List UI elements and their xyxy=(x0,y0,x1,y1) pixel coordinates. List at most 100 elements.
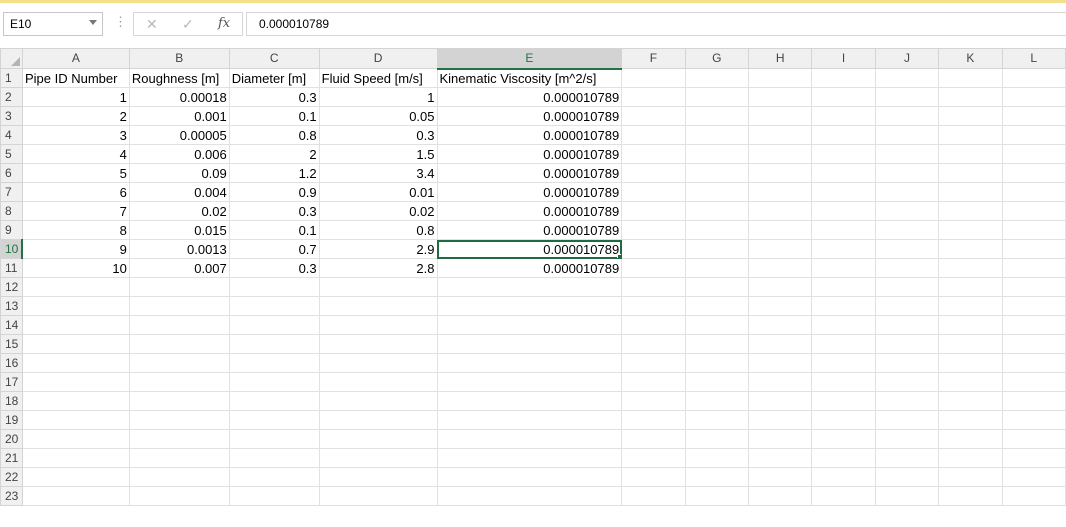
cell[interactable] xyxy=(21,448,130,468)
row-header[interactable]: 4 xyxy=(0,125,23,145)
cell[interactable] xyxy=(938,182,1003,202)
cell[interactable] xyxy=(228,467,320,487)
cell[interactable] xyxy=(436,296,623,316)
chevron-down-icon[interactable] xyxy=(89,20,97,25)
cell[interactable] xyxy=(1001,220,1066,240)
cell[interactable] xyxy=(874,182,940,202)
cell[interactable] xyxy=(684,277,750,297)
cell[interactable] xyxy=(938,410,1003,430)
cell[interactable]: Kinematic Viscosity [m^2/s] xyxy=(436,68,623,88)
cell[interactable]: 0.000010789 xyxy=(436,125,623,145)
cell[interactable] xyxy=(1001,239,1066,259)
cell[interactable] xyxy=(748,372,813,392)
cell[interactable] xyxy=(684,467,750,487)
column-header[interactable]: C xyxy=(228,48,320,69)
cell[interactable] xyxy=(811,68,876,88)
cell[interactable] xyxy=(128,315,230,335)
cell[interactable] xyxy=(684,163,750,183)
cell[interactable] xyxy=(436,410,623,430)
cell[interactable] xyxy=(21,277,130,297)
cell[interactable] xyxy=(684,220,750,240)
cell[interactable]: 0.9 xyxy=(228,182,320,202)
cell[interactable] xyxy=(1001,163,1066,183)
cell[interactable] xyxy=(684,296,750,316)
cell[interactable] xyxy=(748,334,813,354)
cell[interactable] xyxy=(684,258,750,278)
cell[interactable] xyxy=(874,334,940,354)
cell[interactable] xyxy=(938,429,1003,449)
row-header[interactable]: 3 xyxy=(0,106,23,126)
cell[interactable] xyxy=(811,163,876,183)
cell[interactable] xyxy=(621,277,686,297)
cell[interactable]: 0.3 xyxy=(228,201,320,221)
cell[interactable]: 0.01 xyxy=(318,182,438,202)
cell[interactable] xyxy=(811,87,876,107)
cell[interactable] xyxy=(1001,182,1066,202)
cell[interactable] xyxy=(874,68,940,88)
formula-input[interactable]: 0.000010789 xyxy=(246,12,1066,36)
cell[interactable] xyxy=(684,429,750,449)
row-header[interactable]: 7 xyxy=(0,182,23,202)
cell[interactable] xyxy=(748,391,813,411)
cell[interactable] xyxy=(1001,296,1066,316)
cell[interactable] xyxy=(318,315,438,335)
cell[interactable] xyxy=(874,391,940,411)
row-header[interactable]: 13 xyxy=(0,296,23,316)
column-header[interactable]: A xyxy=(21,48,130,69)
cell[interactable] xyxy=(621,410,686,430)
cell[interactable] xyxy=(748,296,813,316)
row-header[interactable]: 5 xyxy=(0,144,23,164)
cell[interactable] xyxy=(318,353,438,373)
cell[interactable] xyxy=(874,486,940,506)
row-header[interactable]: 9 xyxy=(0,220,23,240)
cell[interactable] xyxy=(436,429,623,449)
column-header[interactable]: L xyxy=(1001,48,1066,69)
cell[interactable] xyxy=(1001,144,1066,164)
cell[interactable] xyxy=(21,296,130,316)
active-cell[interactable]: 0.000010789 xyxy=(436,239,623,259)
cell[interactable] xyxy=(811,372,876,392)
cell[interactable] xyxy=(621,68,686,88)
cell[interactable] xyxy=(621,334,686,354)
cell[interactable] xyxy=(228,296,320,316)
cell[interactable] xyxy=(21,486,130,506)
cell[interactable] xyxy=(228,353,320,373)
cell[interactable] xyxy=(684,391,750,411)
cell[interactable] xyxy=(1001,372,1066,392)
cell[interactable] xyxy=(621,144,686,164)
cell[interactable]: 0.3 xyxy=(228,258,320,278)
cell[interactable] xyxy=(874,201,940,221)
row-header[interactable]: 6 xyxy=(0,163,23,183)
cell[interactable] xyxy=(128,391,230,411)
cell[interactable]: 0.02 xyxy=(128,201,230,221)
cell[interactable] xyxy=(621,220,686,240)
cell[interactable] xyxy=(1001,277,1066,297)
cell[interactable] xyxy=(938,296,1003,316)
cell[interactable] xyxy=(21,315,130,335)
column-header[interactable]: H xyxy=(748,48,813,69)
insert-function-button[interactable]: fx xyxy=(218,16,230,31)
cell[interactable] xyxy=(748,277,813,297)
cell[interactable] xyxy=(938,258,1003,278)
cell[interactable] xyxy=(748,486,813,506)
cell[interactable] xyxy=(436,334,623,354)
cell[interactable] xyxy=(21,429,130,449)
cell[interactable] xyxy=(228,486,320,506)
cell[interactable] xyxy=(811,220,876,240)
cell[interactable]: 0.7 xyxy=(228,239,320,259)
column-header[interactable]: J xyxy=(874,48,940,69)
cell[interactable] xyxy=(1001,258,1066,278)
cell[interactable] xyxy=(811,315,876,335)
cell[interactable] xyxy=(874,372,940,392)
cell[interactable] xyxy=(318,334,438,354)
cell[interactable] xyxy=(318,277,438,297)
cell[interactable]: 0.8 xyxy=(228,125,320,145)
cell[interactable] xyxy=(436,315,623,335)
column-header[interactable]: I xyxy=(811,48,876,69)
cell[interactable] xyxy=(621,448,686,468)
cell[interactable] xyxy=(318,429,438,449)
cell[interactable] xyxy=(21,410,130,430)
cell[interactable] xyxy=(1001,315,1066,335)
cell[interactable] xyxy=(748,106,813,126)
cell[interactable] xyxy=(621,315,686,335)
